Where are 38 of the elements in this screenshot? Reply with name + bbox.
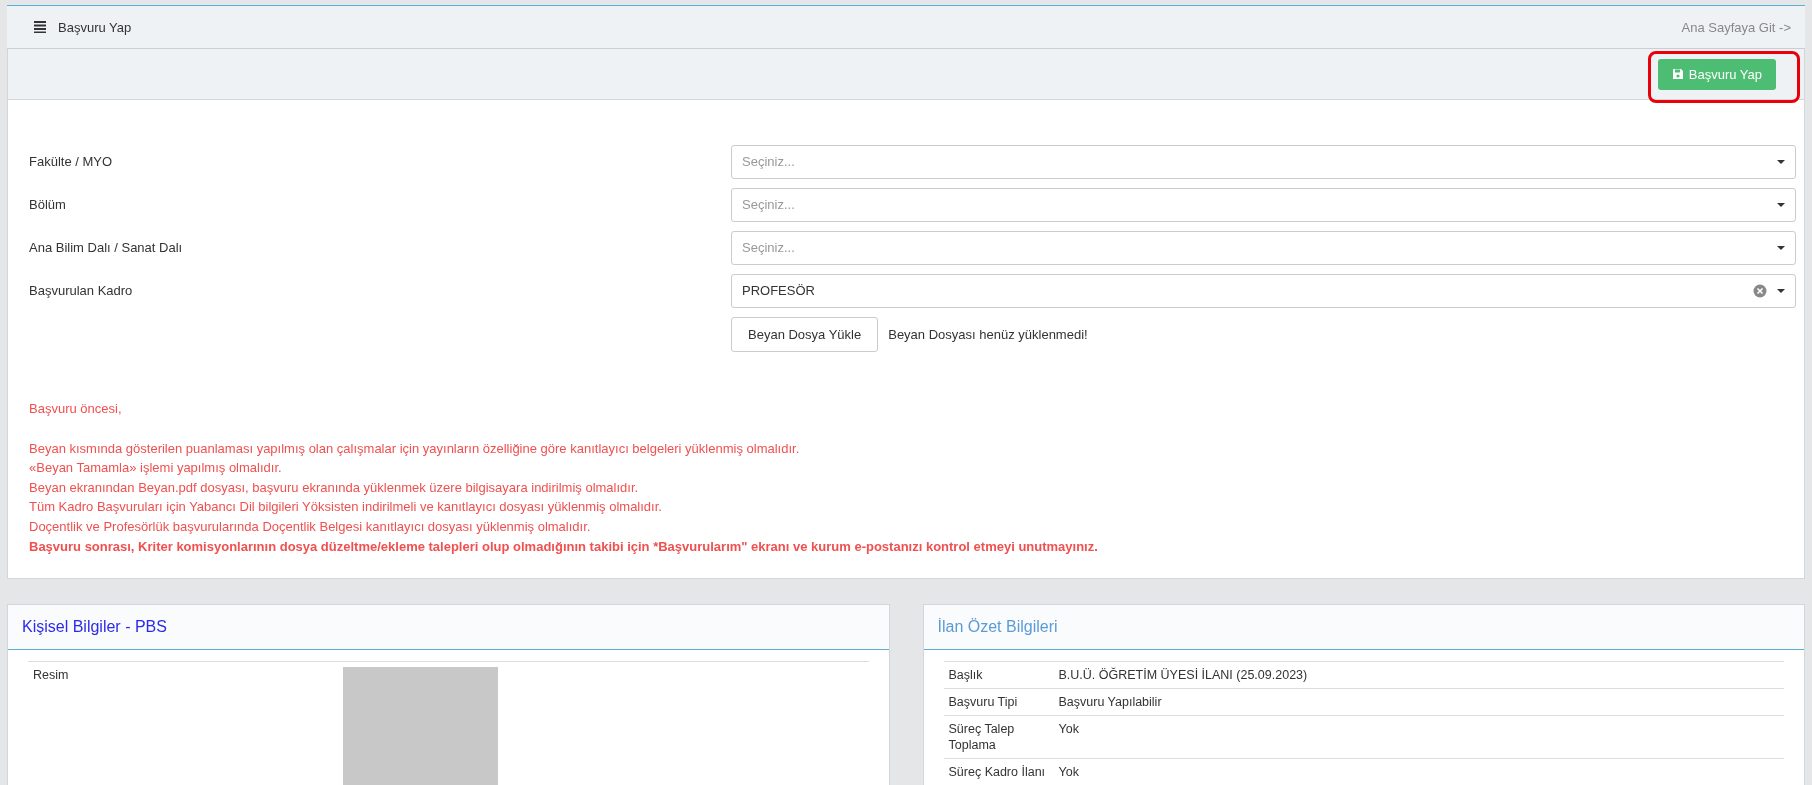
select-field[interactable]: PROFESÖR [731,273,1796,308]
field-label: Ana Bilim Dalı / Sanat Dalı [29,240,183,255]
notice-item: Beyan kısmında gösterilen puanlaması yapılmış olan çalışmalar için yayınların özelliğine göre kanıtlayıcı belgeleri yüklenmiş olmalıdır. [29,439,801,458]
row-value: Yok [1053,758,1784,785]
row-label: Resim [28,661,138,785]
field-label: Başvurulan Kadro [29,283,133,298]
notice-warning: Başvuru sonrası, Kriter komisyonlarının dosya düzeltme/ekleme talepleri olup olmadığının takibi için *Başvurularım" ekranı ve kurum e-postanızı kontrol etmeyi unutmayınız. [29,537,1099,556]
row-value: Başvuru Yapılabilir [1053,688,1784,716]
notice-item: Tüm Kadro Başvuruları için Yabancı Dil bilgileri Yöksisten indirilmeli ve kanıtlayıcı dosyası yüklenmiş olmalıdır. [29,498,663,517]
row-label: Başvuru Tipi [943,688,1054,716]
field-label: Fakülte / MYO [29,154,113,169]
caret-icon [1777,159,1785,164]
notice-item: Doçentlik ve Profesörlük başvurularında Doçentlik Belgesi kanıtlayıcı dosyası yüklenmiş olmalıdır. [29,517,592,536]
row-label: Süreç Talep Toplama [943,715,1054,759]
save-icon [1671,68,1684,80]
notice-item: «Beyan Tamamla» işlemi yapılmış olmalıdır. [29,459,283,478]
row-value: Yok [1053,715,1784,759]
page-title: Başvuru Yap [58,19,132,35]
select-field[interactable]: Seçiniz... [731,144,1796,179]
upload-status: Beyan Dosyası henüz yüklenmedi! [888,326,1088,342]
select-field[interactable]: Seçiniz... [731,230,1796,265]
notice-item: Beyan ekranından Beyan.pdf dosyası, başvuru ekranında yüklenmek üzere bilgisayara indirilmiş olmalıdır. [29,478,640,497]
caret-icon [1777,245,1785,250]
caret-icon [1777,288,1785,293]
submit-button[interactable]: Başvuru Yap [1657,58,1776,90]
panel-title: İlan Özet Bilgileri [937,618,1058,637]
clear-icon [1753,283,1767,298]
panel-title: Kişisel Bilgiler - PBS [22,618,167,637]
notice-intro: Başvuru öncesi, [29,400,123,418]
row-label: Süreç Kadro İlanı [943,758,1054,785]
select-field[interactable]: Seçiniz... [731,187,1796,222]
upload-button[interactable]: Beyan Dosya Yükle [731,316,879,352]
caret-icon [1777,202,1785,207]
row-value: B.U.Ü. ÖĞRETİM ÜYESİ İLANI (25.09.2023) [1053,661,1784,689]
menu-icon [34,21,46,33]
field-label: Bölüm [29,197,66,212]
home-link[interactable]: Ana Sayfaya Git -> [1681,19,1791,35]
row-label: Başlık [943,661,1054,689]
